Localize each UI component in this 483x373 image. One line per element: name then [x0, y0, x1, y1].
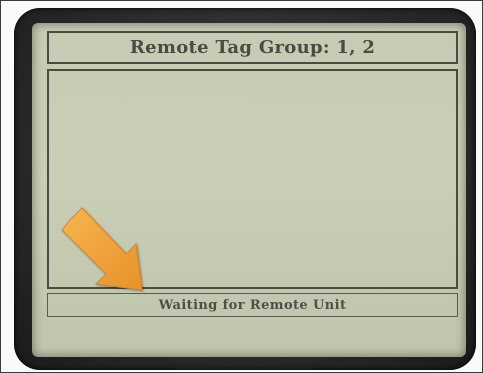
arrow-pointer-icon: [61, 207, 143, 291]
status-message: Waiting for Remote Unit: [158, 297, 347, 313]
device-photo: Remote Tag Group: 1, 2 Waiting for Remot…: [0, 0, 483, 373]
title-bar: Remote Tag Group: 1, 2: [47, 31, 458, 64]
screen-title: Remote Tag Group: 1, 2: [129, 37, 376, 58]
